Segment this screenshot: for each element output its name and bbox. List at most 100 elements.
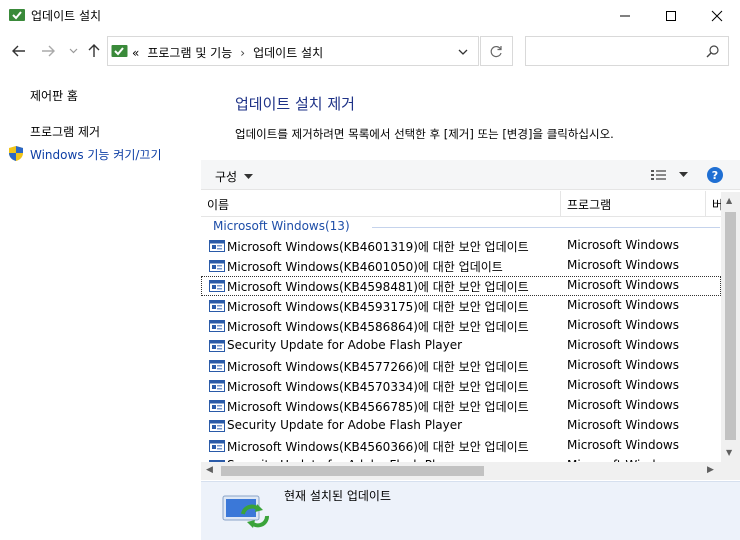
scroll-corner	[721, 462, 740, 480]
up-button[interactable]	[85, 42, 103, 60]
breadcrumb-programs-features[interactable]: 프로그램 및 기능	[147, 44, 232, 61]
column-headers: 이름 프로그램 버	[201, 191, 740, 217]
help-button[interactable]: ?	[707, 167, 723, 183]
group-divider	[372, 227, 720, 228]
arrow-up-icon	[88, 44, 100, 57]
scroll-right-icon[interactable]: ▶	[707, 465, 714, 475]
command-toolbar: 구성 ?	[201, 160, 740, 190]
forward-button[interactable]	[39, 42, 57, 60]
row-name: Microsoft Windows(KB4566785)에 대한 보안 업데이트	[227, 400, 529, 414]
chevron-down-icon	[69, 48, 77, 54]
row-name: Microsoft Windows(KB4601050)에 대한 업데이트	[227, 260, 503, 274]
breadcrumb-installed-updates[interactable]: 업데이트 설치	[253, 44, 323, 61]
row-name: Microsoft Windows(KB4593175)에 대한 보안 업데이트	[227, 300, 529, 314]
table-row[interactable]: Security Update for Adobe Flash Player Mi…	[201, 336, 721, 356]
row-program: Microsoft Windows	[567, 338, 679, 352]
row-name: Microsoft Windows(KB4570334)에 대한 보안 업데이트	[227, 380, 529, 394]
scroll-up-icon[interactable]: ▲	[726, 196, 732, 205]
refresh-button[interactable]	[480, 36, 513, 66]
row-program: Microsoft Windows	[567, 318, 679, 332]
horizontal-scrollbar[interactable]: ◀ ▶	[201, 462, 721, 480]
row-name: Microsoft Windows(KB4560366)에 대한 보안 업데이트	[227, 440, 529, 454]
vertical-scrollbar[interactable]: ▲ ▼	[721, 192, 740, 462]
title-bar: 업데이트 설치	[0, 0, 740, 31]
update-icon	[209, 300, 225, 312]
breadcrumb: « 프로그램 및 기능 › 업데이트 설치	[132, 44, 323, 61]
update-icon	[209, 260, 225, 272]
maximize-button[interactable]	[648, 0, 694, 31]
organize-label: 구성	[215, 170, 238, 184]
table-row[interactable]: Microsoft Windows(KB4601050)에 대한 업데이트 Mic…	[201, 256, 721, 276]
column-header-program[interactable]: 프로그램	[567, 196, 611, 213]
installed-updates-icon	[222, 495, 269, 528]
update-list: Microsoft Windows(KB4601319)에 대한 보안 업데이트…	[201, 236, 721, 462]
row-name: Security Update for Adobe Flash Player	[227, 418, 463, 432]
search-icon	[706, 45, 719, 58]
chevron-down-icon	[244, 174, 254, 179]
update-icon	[209, 320, 225, 332]
scroll-thumb[interactable]	[725, 212, 736, 440]
table-row[interactable]: Microsoft Windows(KB4560366)에 대한 보안 업데이트…	[201, 436, 721, 456]
update-icon	[209, 380, 225, 392]
row-name: Microsoft Windows(KB4586864)에 대한 보안 업데이트	[227, 320, 529, 334]
programs-updates-icon	[111, 45, 128, 57]
table-row[interactable]: Microsoft Windows(KB4570334)에 대한 보안 업데이트…	[201, 376, 721, 396]
group-label: Microsoft Windows(13)	[213, 219, 350, 233]
sidebar: 제어판 홈 프로그램 제거 Windows 기능 켜기/끄기	[0, 72, 200, 540]
scroll-down-icon[interactable]: ▼	[726, 448, 732, 457]
row-program: Microsoft Windows	[567, 378, 679, 392]
sidebar-item-control-panel-home[interactable]: 제어판 홈	[30, 87, 78, 104]
row-program: Microsoft Windows	[567, 418, 679, 432]
view-details-icon[interactable]	[651, 169, 669, 181]
update-icon	[209, 420, 225, 432]
shield-icon	[9, 146, 23, 161]
update-icon	[209, 280, 225, 292]
table-row[interactable]: Microsoft Windows(KB4593175)에 대한 보안 업데이트…	[201, 296, 721, 316]
back-button[interactable]	[10, 42, 28, 60]
maximize-icon	[666, 10, 676, 21]
table-row[interactable]: Microsoft Windows(KB4577266)에 대한 보안 업데이트…	[201, 356, 721, 376]
table-row[interactable]: Microsoft Windows(KB4598481)에 대한 보안 업데이트…	[201, 276, 721, 296]
row-program: Microsoft Windows	[567, 278, 679, 292]
column-divider[interactable]	[705, 191, 706, 217]
chevron-down-icon[interactable]	[456, 46, 470, 58]
table-row[interactable]: Microsoft Windows(KB4601319)에 대한 보안 업데이트…	[201, 236, 721, 256]
row-program: Microsoft Windows	[567, 258, 679, 272]
search-input[interactable]	[525, 36, 729, 66]
minimize-icon	[620, 15, 630, 16]
row-program: Microsoft Windows	[567, 238, 679, 252]
scroll-thumb[interactable]	[221, 466, 484, 476]
chevron-down-icon[interactable]	[679, 172, 688, 177]
sidebar-item-uninstall-program[interactable]: 프로그램 제거	[30, 123, 100, 140]
page-title: 업데이트 설치 제거	[235, 95, 355, 113]
table-row[interactable]: Security Update for Adobe Flash Player Mi…	[201, 416, 721, 436]
organize-button[interactable]: 구성	[215, 168, 254, 185]
column-divider[interactable]	[560, 191, 561, 217]
breadcrumb-separator[interactable]: ›	[240, 46, 245, 60]
row-program: Microsoft Windows	[567, 298, 679, 312]
row-program: Microsoft Windows	[567, 358, 679, 372]
page-description: 업데이트를 제거하려면 목록에서 선택한 후 [제거] 또는 [변경]을 클릭하…	[235, 127, 614, 141]
breadcrumb-overflow[interactable]: «	[132, 46, 139, 60]
table-row[interactable]: Microsoft Windows(KB4566785)에 대한 보안 업데이트…	[201, 396, 721, 416]
sidebar-item-windows-features[interactable]: Windows 기능 켜기/끄기	[30, 146, 161, 163]
update-icon	[209, 400, 225, 412]
row-program: Microsoft Windows	[567, 438, 679, 452]
arrow-right-icon	[42, 45, 55, 57]
group-header[interactable]: Microsoft Windows(13)	[213, 219, 350, 233]
table-row[interactable]: Microsoft Windows(KB4586864)에 대한 보안 업데이트…	[201, 316, 721, 336]
column-header-name[interactable]: 이름	[207, 196, 229, 213]
programs-updates-icon	[9, 9, 25, 21]
arrow-left-icon	[12, 45, 25, 57]
details-pane: 현재 설치된 업데이트	[201, 481, 740, 540]
close-button[interactable]	[694, 0, 740, 31]
recent-locations-button[interactable]	[64, 42, 82, 60]
row-program: Microsoft Windows	[567, 398, 679, 412]
update-icon	[209, 440, 225, 452]
update-icon	[209, 240, 225, 252]
refresh-icon	[490, 45, 502, 57]
row-name: Microsoft Windows(KB4601319)에 대한 보안 업데이트	[227, 240, 529, 254]
scroll-left-icon[interactable]: ◀	[206, 465, 213, 475]
minimize-button[interactable]	[602, 0, 648, 31]
address-bar[interactable]: « 프로그램 및 기능 › 업데이트 설치	[107, 36, 479, 66]
